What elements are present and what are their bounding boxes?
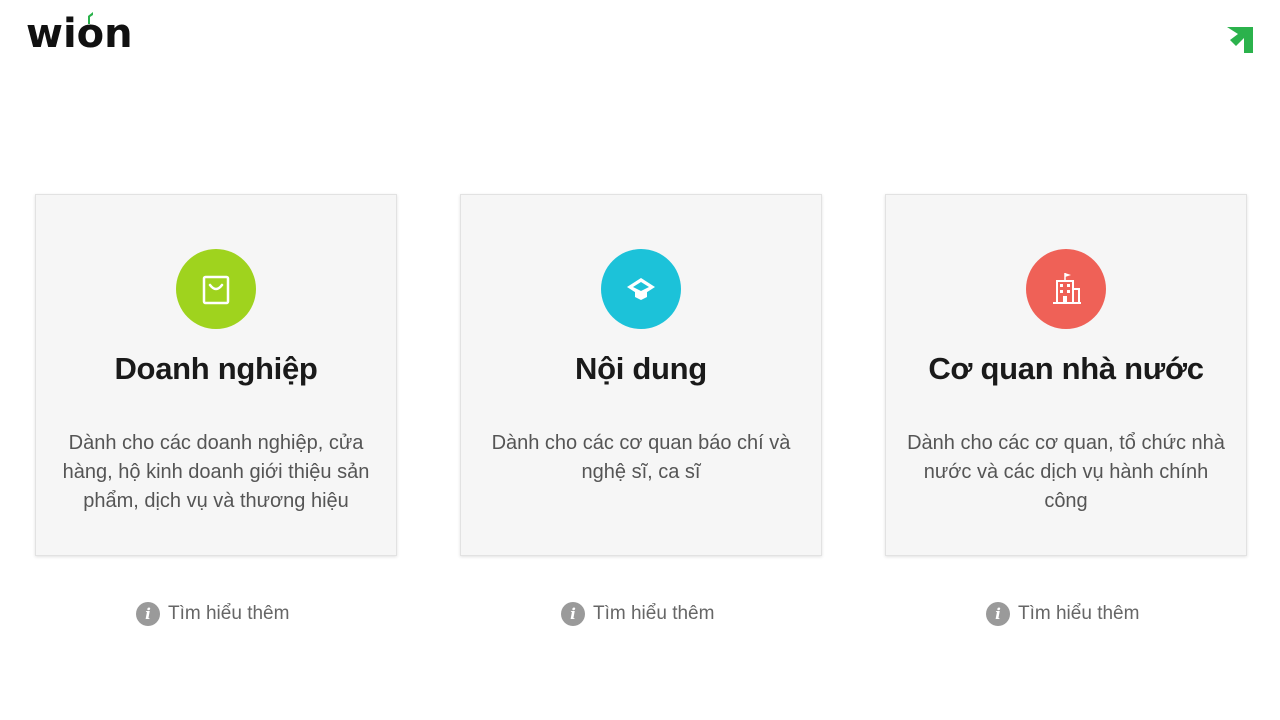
learn-more-link[interactable]: i Tìm hiểu thêm [986,600,1139,628]
page: wion Doanh nghiệp Dành cho các doanh ngh… [0,0,1280,720]
info-icon: i [561,602,585,626]
card-title: Doanh nghiệp [114,351,318,386]
card-description: Dành cho các doanh nghiệp, cửa hàng, hộ … [62,432,370,512]
logo-text: wion [26,11,133,57]
chat-bubble-icon [601,249,681,329]
shopping-bag-icon [176,249,256,329]
learn-more-label: Tìm hiểu thêm [168,603,290,624]
card-co-quan-nha-nuoc[interactable]: Cơ quan nhà nước Dành cho các cơ quan, t… [885,194,1247,556]
wion-logo[interactable]: wion [26,12,133,56]
card-description: Dành cho các cơ quan, tổ chức nhà nước v… [907,432,1225,512]
card-description: Dành cho các cơ quan báo chí và nghệ sĩ,… [491,432,791,483]
card-title: Nội dung [575,351,707,386]
learn-more-label: Tìm hiểu thêm [1018,603,1140,624]
card-doanh-nghiep[interactable]: Doanh nghiệp Dành cho các doanh nghiệp, … [35,194,397,556]
learn-more-link[interactable]: i Tìm hiểu thêm [561,600,714,628]
account-type-cards: Doanh nghiệp Dành cho các doanh nghiệp, … [35,194,1249,558]
info-icon: i [136,602,160,626]
learn-more-label: Tìm hiểu thêm [593,603,715,624]
info-icon: i [986,602,1010,626]
brand-mark-icon [1227,27,1253,53]
learn-more-link[interactable]: i Tìm hiểu thêm [136,600,289,628]
logo-accent-icon [88,12,93,24]
card-title: Cơ quan nhà nước [928,351,1204,386]
card-noi-dung[interactable]: Nội dung Dành cho các cơ quan báo chí và… [460,194,822,556]
building-icon [1026,249,1106,329]
